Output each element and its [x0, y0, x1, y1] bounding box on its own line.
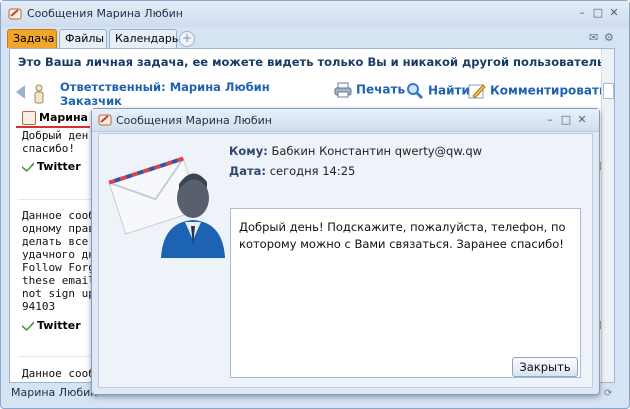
date-value: сегодня 14:25: [269, 164, 356, 178]
tab-label: Задача: [13, 32, 55, 45]
twitter-link[interactable]: Twitter: [22, 319, 81, 332]
tab-task[interactable]: Задача: [7, 29, 57, 48]
maximize-button[interactable]: □: [560, 113, 572, 126]
tab-label: Файлы: [65, 32, 105, 45]
message-text: Добрый ден: [22, 129, 89, 142]
person-info-icon: [34, 84, 44, 104]
message-icon: [22, 111, 36, 125]
print-button[interactable]: Печать: [334, 82, 405, 98]
minimize-button[interactable]: –: [576, 7, 588, 19]
tab-files[interactable]: Файлы: [59, 29, 107, 48]
message-body: Добрый день! Подскажите, пожалуйста, тел…: [230, 208, 581, 378]
comment-label: Комментировать: [490, 83, 607, 98]
selected-message-underline: [16, 126, 90, 128]
recipient-row: Кому: Бабкин Константин qwerty@qw.qw: [229, 144, 482, 158]
twitter-link[interactable]: Twitter: [22, 160, 81, 173]
back-arrow-icon[interactable]: [16, 85, 25, 99]
print-label: Печать: [356, 82, 406, 97]
to-label: Кому:: [229, 144, 268, 158]
recipient-value: Бабкин Константин qwerty@qw.qw: [271, 144, 483, 158]
settings-icon[interactable]: ⚙: [604, 31, 614, 44]
envelope-user-icon: [108, 156, 225, 258]
find-label: Найти: [428, 83, 470, 98]
message-text: Данное сооб: [22, 209, 95, 222]
find-button[interactable]: Найти: [406, 82, 470, 100]
message-text: делать все х: [22, 235, 102, 248]
dialog-title: Сообщения Марина Любин: [116, 114, 272, 127]
customer-link[interactable]: Заказчик: [60, 94, 122, 108]
message-text: 94103: [22, 300, 56, 313]
window-title: Сообщения Марина Любин: [27, 7, 183, 20]
tab-calendar[interactable]: Календарь: [109, 29, 179, 48]
maximize-button[interactable]: □: [592, 7, 604, 19]
dialog-body: Кому: Бабкин Константин qwerty@qw.qw Дат…: [98, 133, 593, 388]
dialog-title-bar: Сообщения Марина Любин – □ ✕: [92, 109, 599, 132]
private-task-notice: Это Ваша личная задача, ее можете видеть…: [18, 55, 605, 69]
message-dialog: Сообщения Марина Любин – □ ✕ Кому: Бабки…: [91, 108, 600, 395]
pencil-icon: [468, 84, 486, 99]
twitter-label: Twitter: [37, 160, 81, 173]
tab-label: Календарь: [115, 32, 179, 45]
scrollbar-thumb[interactable]: [603, 83, 614, 99]
close-dialog-icon[interactable]: ✕: [576, 113, 588, 126]
message-text: одному прав: [22, 222, 95, 235]
refresh-icon[interactable]: ⟳: [604, 388, 612, 399]
close-button[interactable]: Закрыть: [512, 357, 578, 377]
status-bar-user: Марина Любин: [11, 386, 98, 399]
close-window-button[interactable]: ✕: [608, 7, 620, 19]
message-text: Данное сооб: [22, 367, 95, 380]
twitter-label: Twitter: [37, 319, 81, 332]
message-text: удачного дн: [22, 248, 95, 261]
app-icon: [98, 114, 112, 126]
date-row: Дата: сегодня 14:25: [229, 164, 355, 178]
minimize-button[interactable]: –: [544, 113, 556, 126]
check-icon: [22, 162, 34, 172]
message-text: спасибо!: [22, 142, 75, 155]
message-text: Follow Forgo: [22, 261, 102, 274]
app-icon: [8, 8, 22, 20]
check-icon: [22, 321, 34, 331]
responsible-link[interactable]: Ответственный: Марина Любин: [60, 80, 270, 94]
search-icon: [407, 83, 424, 100]
printer-icon: [334, 82, 352, 98]
comment-button[interactable]: Комментировать: [468, 82, 607, 100]
title-bar: Сообщения Марина Любин – □ ✕: [1, 1, 629, 27]
mail-icon[interactable]: ✉: [589, 31, 598, 44]
date-label: Дата:: [229, 164, 267, 178]
add-tab-button[interactable]: +: [179, 31, 195, 47]
message-text: these emails: [22, 274, 102, 287]
vertical-scrollbar[interactable]: [601, 49, 614, 382]
message-author[interactable]: Марина Л: [22, 111, 101, 125]
